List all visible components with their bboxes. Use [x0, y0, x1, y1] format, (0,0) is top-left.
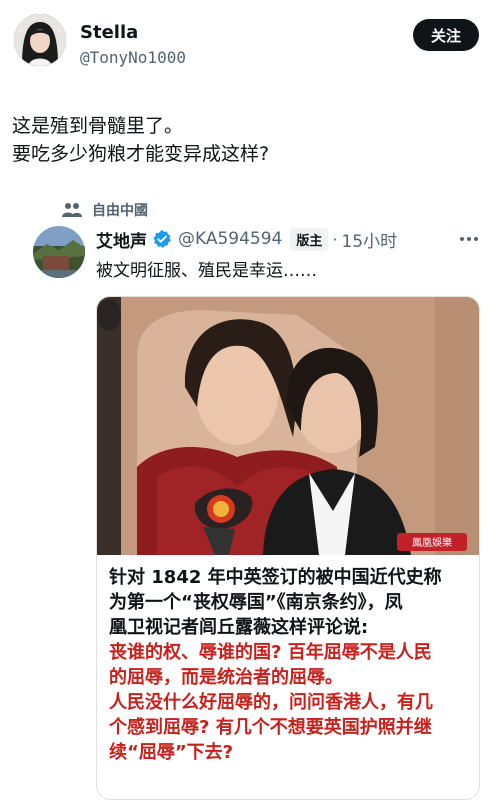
interview-photo: 鳳凰娛樂: [97, 297, 479, 555]
quoted-header: 艾地声 @KA594594 版主 · 15小时: [96, 226, 397, 252]
caption-line-red: 丧谁的权、辱谁的国? 百年屈辱不是人民: [109, 642, 432, 663]
community-name: 自由中國: [92, 203, 148, 219]
quoted-author-handle[interactable]: @KA594594: [178, 229, 282, 249]
post-text: 这是殖到骨髓里了。 要吃多少狗粮才能变异成这样?: [12, 112, 472, 168]
caption-line-red: 个感到屈辱? 有几个不想要英国护照并继: [109, 717, 432, 738]
caption-line: 为第一个“丧权辱国”《南京条约》，凤: [109, 592, 403, 613]
caption-line-red: 的屈辱，而是统治者的屈辱。: [109, 667, 343, 688]
caption-line: 针对 1842 年中英签订的被中国近代史称: [109, 567, 442, 588]
moderator-badge: 版主: [290, 227, 329, 251]
more-options-icon[interactable]: [457, 229, 481, 249]
caption-line-red: 人民没什么好屈辱的，问问香港人，有几: [109, 692, 433, 713]
community-label[interactable]: 自由中國: [62, 199, 148, 221]
quoted-media[interactable]: 鳳凰娛樂 针对 1842 年中英签订的被中国近代史称 为第一个“丧权辱国”《南京…: [96, 296, 480, 800]
quoted-avatar[interactable]: [33, 226, 85, 278]
caption-line: 凰卫视记者闾丘露薇这样评论说:: [109, 617, 369, 638]
post-time[interactable]: 15小时: [341, 227, 397, 252]
verified-badge-icon: [153, 229, 171, 248]
author-name[interactable]: Stella: [80, 22, 138, 43]
caption-line-red: 续“屈辱”下去?: [109, 742, 234, 763]
community-icon: [62, 203, 82, 217]
author-handle[interactable]: @TonyNo1000: [80, 48, 186, 67]
quoted-text: 被文明征服、殖民是幸运……: [96, 261, 317, 281]
quoted-author-name[interactable]: 艾地声: [96, 227, 147, 252]
avatar-image: [14, 14, 66, 66]
separator-dot: ·: [332, 229, 338, 249]
media-caption: 针对 1842 年中英签订的被中国近代史称 为第一个“丧权辱国”《南京条约》，凤…: [109, 565, 473, 765]
follow-button[interactable]: 关注: [413, 19, 479, 51]
avatar[interactable]: [14, 14, 66, 66]
post-header: Stella @TonyNo1000 关注: [0, 0, 491, 80]
post-text-line: 要吃多少狗粮才能变异成这样?: [12, 143, 270, 165]
post-text-line: 这是殖到骨髓里了。: [12, 115, 184, 137]
media-watermark: 鳳凰娛樂: [412, 536, 452, 549]
quoted-avatar-image: [33, 226, 85, 278]
